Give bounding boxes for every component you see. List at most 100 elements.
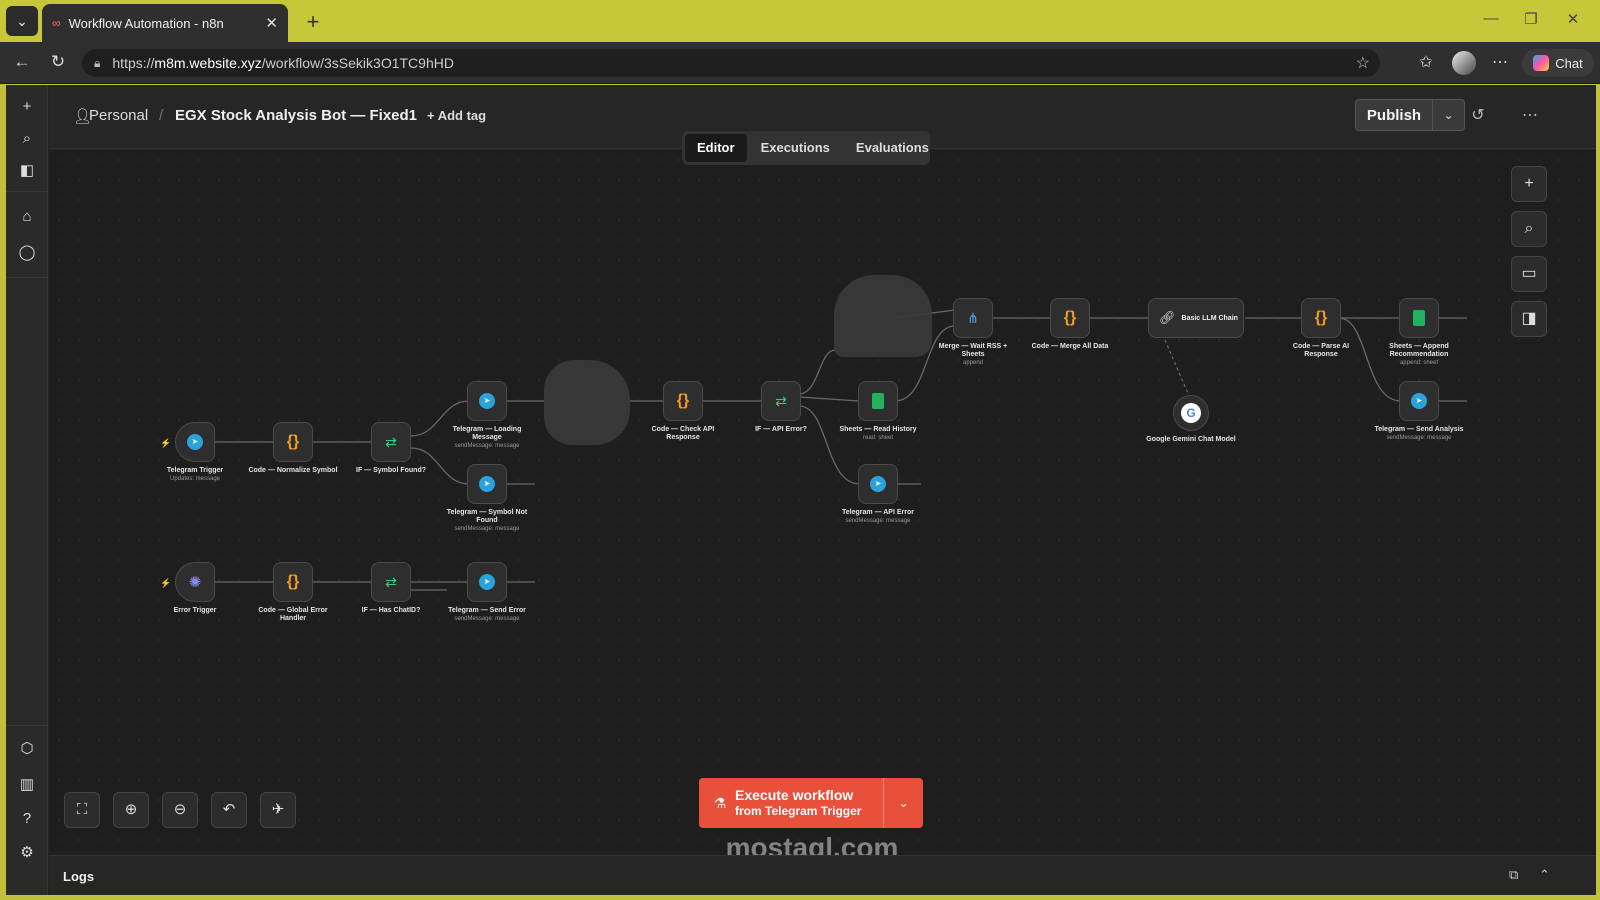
node-sheets-append[interactable] [1399,298,1439,338]
execute-workflow-button[interactable]: ⚗ Execute workflow from Telegram Trigger… [699,778,923,828]
more-options-icon[interactable]: ⋯ [1519,105,1541,125]
telegram-icon: ➤ [479,574,495,590]
workflow-canvas[interactable]: ⚡ ➤ Telegram Trigger Updates: message {} … [49,150,1596,855]
new-tab-button[interactable]: + [300,9,326,35]
templates-icon[interactable]: ⬡ [15,737,39,761]
add-node-button[interactable]: + [1511,166,1547,202]
zoom-in-button[interactable]: ⊕ [113,792,149,828]
sidebar-toggle-icon[interactable]: ◧ [15,159,39,183]
close-tab-icon[interactable]: ✕ [265,14,278,32]
node-label: Error Trigger [173,607,217,614]
copilot-icon [1533,55,1550,71]
tab-evaluations[interactable]: Evaluations [844,134,941,162]
node-code-global-error[interactable]: {} [273,562,313,602]
url-field[interactable]: 🔒︎ https://m8m.website.xyz/workflow/3sSe… [82,49,1380,77]
node-sheets-read[interactable] [858,381,898,421]
history-icon[interactable]: ↺ [1467,105,1489,125]
refresh-icon[interactable]: ↻ [46,52,70,74]
publish-button[interactable]: Publish [1355,99,1433,131]
add-icon[interactable]: + [15,95,39,119]
node-if-api-error[interactable]: ⇄ [761,381,801,421]
execute-label: Execute workflow [735,787,854,803]
node-error-trigger[interactable]: ✺ [175,562,215,602]
tab-actions-menu-button[interactable]: ⌄ [6,6,38,36]
node-telegram-not-found[interactable]: ➤ [467,464,507,504]
tab-editor[interactable]: Editor [685,134,747,162]
expand-chevron-icon[interactable]: ⌃ [1539,867,1550,883]
google-sheets-icon [872,393,884,409]
popout-icon[interactable]: ⧉ [1509,867,1518,883]
chat-icon[interactable]: ◯ [15,241,39,265]
google-icon: G [1181,403,1201,423]
node-code-parse[interactable]: {} [1301,298,1341,338]
back-icon[interactable]: ← [10,52,34,74]
restore-icon[interactable]: ❐ [1516,10,1546,28]
more-icon[interactable]: ⋯ [1488,52,1512,72]
insights-icon[interactable]: ▥ [15,773,39,797]
tidy-up-button[interactable]: ✈ [260,792,296,828]
node-telegram-send-error[interactable]: ➤ [467,562,507,602]
node-label: Code — Merge All Data [1031,343,1109,350]
site-info-icon[interactable]: 🔒︎ [94,56,100,71]
node-label: Code — Parse AI Response [1292,343,1350,358]
obscured-node-area [834,275,932,357]
close-window-icon[interactable]: ✕ [1558,10,1588,28]
panel-toggle-button[interactable]: ◨ [1511,301,1547,337]
settings-icon[interactable]: ⚙ [15,841,39,865]
minimize-icon[interactable]: — [1476,10,1506,27]
profile-avatar[interactable] [1452,51,1476,75]
node-label: Telegram — Send Analysis sendMessage: mes… [1374,426,1464,441]
node-merge[interactable]: ⋔ [953,298,993,338]
code-braces-icon: {} [676,392,690,409]
node-label: Telegram — API Error sendMessage: message [842,509,914,524]
tab-executions[interactable]: Executions [749,134,842,162]
url-prefix: https:// [112,55,155,71]
trigger-bolt-icon: ⚡ [160,438,172,448]
connection-lines [215,309,1467,591]
node-code-merge[interactable]: {} [1050,298,1090,338]
tab-title: Workflow Automation - n8n [68,15,224,31]
code-braces-icon: {} [1314,309,1328,326]
node-telegram-api-error[interactable]: ➤ [858,464,898,504]
if-branch-icon: ⇄ [385,433,397,450]
sidebar-divider [6,725,48,726]
publish-dropdown-button[interactable]: ⌄ [1433,99,1465,131]
undo-button[interactable]: ↶ [211,792,247,828]
breadcrumb-separator: / [159,107,164,124]
help-icon[interactable]: ? [15,807,39,831]
execute-dropdown-icon[interactable]: ⌄ [883,778,923,828]
telegram-icon: ➤ [1411,393,1427,409]
node-label: Code — Normalize Symbol [248,467,338,474]
sticky-note-button[interactable]: ▭ [1511,256,1547,292]
n8n-favicon-icon: ∞ [52,16,61,30]
node-telegram-send-analysis[interactable]: ➤ [1399,381,1439,421]
favorites-icon[interactable]: ✩ [1414,52,1438,72]
node-telegram-trigger[interactable]: ➤ [175,422,215,462]
logs-panel[interactable]: Logs ⧉ ⌃ [49,855,1596,895]
search-nodes-button[interactable]: ⌕ [1511,211,1547,247]
node-code-normalize[interactable]: {} [273,422,313,462]
code-braces-icon: {} [1063,309,1077,326]
add-tag-button[interactable]: + Add tag [427,108,486,123]
node-basic-llm-chain[interactable]: 🔗︎ Basic LLM Chain [1148,298,1244,338]
node-if-symbol-found[interactable]: ⇄ [371,422,411,462]
node-label: Sheets — Read History read: sheet [839,426,917,441]
favorite-star-icon[interactable]: ☆ [1356,53,1370,73]
merge-icon: ⋔ [967,309,979,326]
zoom-out-button[interactable]: ⊖ [162,792,198,828]
home-icon[interactable]: ⌂ [15,205,39,229]
sidebar-divider [6,277,48,278]
node-google-gemini[interactable]: G [1173,395,1209,431]
fit-view-button[interactable]: ⛶ [64,792,100,828]
search-icon[interactable]: ⌕ [15,127,39,151]
workflow-name[interactable]: EGX Stock Analysis Bot — Fixed1 [175,107,417,124]
node-telegram-loading[interactable]: ➤ [467,381,507,421]
node-code-check-api[interactable]: {} [663,381,703,421]
browser-tab[interactable]: ∞ Workflow Automation - n8n ✕ [42,4,288,42]
node-label: Merge — Wait RSS + Sheets append [938,343,1008,366]
code-braces-icon: {} [286,573,300,590]
project-breadcrumb[interactable]: Personal [89,107,148,124]
chat-button[interactable]: Chat [1522,49,1594,77]
node-if-has-chatid[interactable]: ⇄ [371,562,411,602]
obscured-node-area [544,360,630,445]
